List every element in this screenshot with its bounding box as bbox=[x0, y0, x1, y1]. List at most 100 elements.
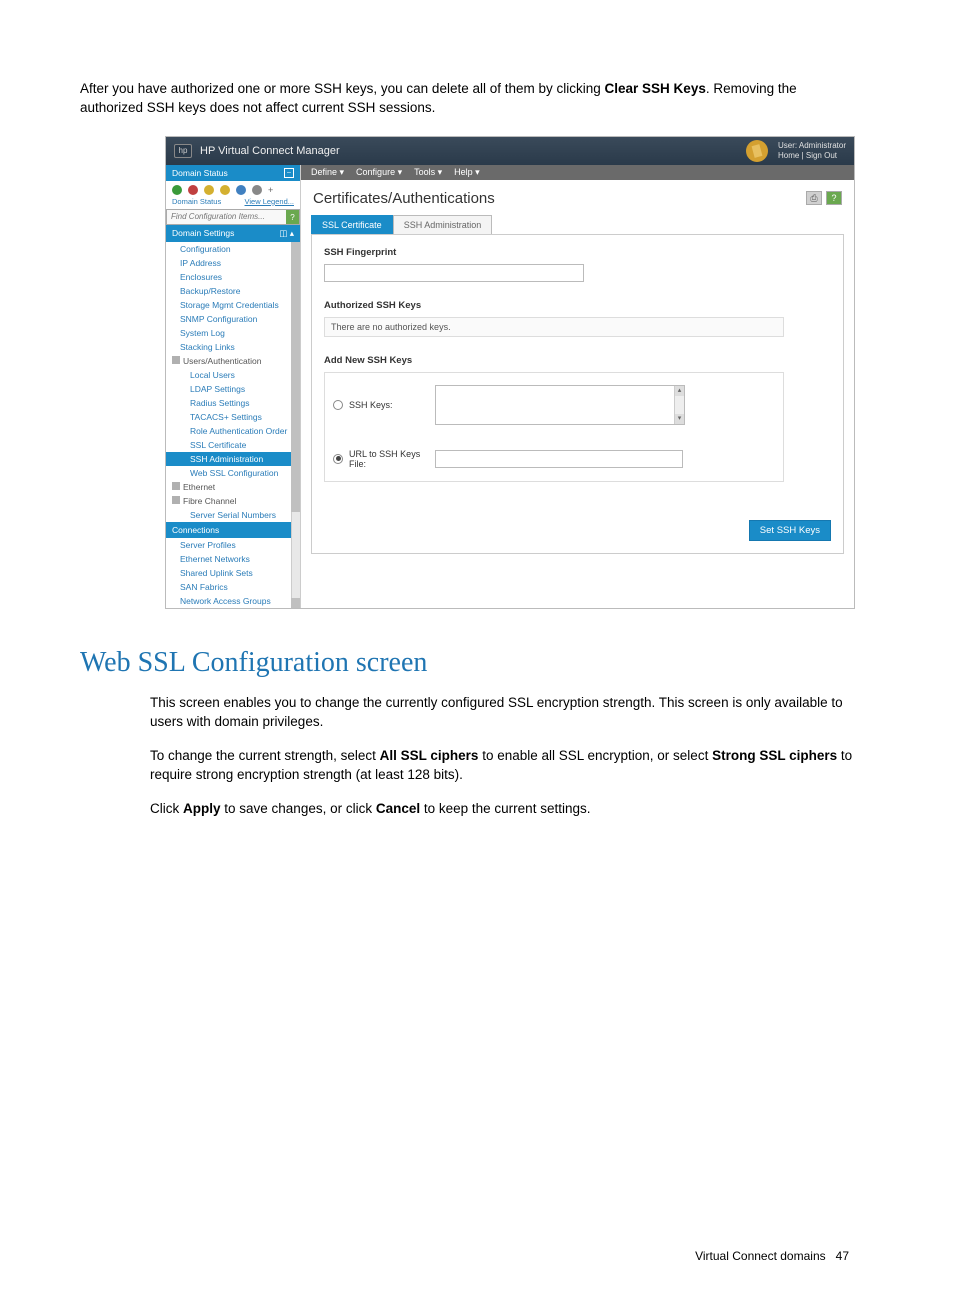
tree-web-ssl-config[interactable]: Web SSL Configuration bbox=[166, 466, 300, 480]
radio-ssh-keys[interactable] bbox=[333, 400, 343, 410]
user-label: User: bbox=[778, 141, 797, 150]
tree-shared-uplink-sets[interactable]: Shared Uplink Sets bbox=[166, 566, 300, 580]
menu-tools[interactable]: Tools ▾ bbox=[410, 167, 446, 178]
tree-role-auth-order[interactable]: Role Authentication Order bbox=[166, 424, 300, 438]
tree-stacking-links[interactable]: Stacking Links bbox=[166, 340, 300, 354]
search-box: ? bbox=[166, 209, 300, 225]
home-link[interactable]: Home bbox=[778, 151, 799, 160]
page-footer: Virtual Connect domains 47 bbox=[80, 1249, 859, 1263]
ssh-fingerprint-input[interactable] bbox=[324, 264, 584, 282]
award-ribbon-icon bbox=[746, 140, 768, 162]
signout-link[interactable]: Sign Out bbox=[806, 151, 837, 160]
status-icons-row: + bbox=[166, 181, 300, 197]
tree-snmp-config[interactable]: SNMP Configuration bbox=[166, 312, 300, 326]
help-icon[interactable]: ? bbox=[826, 191, 842, 205]
tab-ssh-administration[interactable]: SSH Administration bbox=[393, 215, 493, 234]
add-new-keys-label: Add New SSH Keys bbox=[324, 355, 831, 366]
section-heading: Web SSL Configuration screen bbox=[80, 647, 859, 679]
app-title: HP Virtual Connect Manager bbox=[200, 145, 340, 157]
tree-san-fabrics[interactable]: SAN Fabrics bbox=[166, 580, 300, 594]
status-warn2-icon bbox=[220, 185, 230, 195]
page-title: Certificates/Authentications bbox=[313, 190, 495, 207]
footer-text: Virtual Connect domains bbox=[695, 1249, 826, 1263]
tree-local-users[interactable]: Local Users bbox=[166, 368, 300, 382]
section-controls-icon: ◫ ▴ bbox=[279, 228, 294, 239]
connections-header[interactable]: Connections bbox=[166, 522, 300, 538]
tree-cat-ethernet[interactable]: Ethernet bbox=[166, 480, 300, 494]
footer-page: 47 bbox=[836, 1249, 849, 1263]
collapse-icon[interactable]: – bbox=[284, 168, 294, 178]
tree-ssh-administration[interactable]: SSH Administration bbox=[166, 452, 300, 466]
status-error-icon bbox=[188, 185, 198, 195]
tree-cat-fibre[interactable]: Fibre Channel bbox=[166, 494, 300, 508]
section2-p2: To change the current strength, select A… bbox=[150, 746, 859, 785]
tree-storage-mgmt[interactable]: Storage Mgmt Credentials bbox=[166, 298, 300, 312]
authorized-keys-label: Authorized SSH Keys bbox=[324, 300, 831, 311]
status-unknown-icon bbox=[252, 185, 262, 195]
section2-p3: Click Apply to save changes, or click Ca… bbox=[150, 799, 859, 819]
scroll-up-icon[interactable]: ▴ bbox=[675, 386, 684, 396]
section2-p1: This screen enables you to change the cu… bbox=[150, 693, 859, 732]
tree-ldap-settings[interactable]: LDAP Settings bbox=[166, 382, 300, 396]
add-keys-grid: SSH Keys: ▴ ▾ bbox=[324, 372, 784, 482]
status-warn-icon bbox=[204, 185, 214, 195]
category-icon bbox=[172, 356, 180, 364]
status-info-icon bbox=[236, 185, 246, 195]
url-keys-label: URL to SSH Keys File: bbox=[349, 449, 429, 469]
scroll-up-icon[interactable] bbox=[291, 242, 300, 252]
tree-configuration[interactable]: Configuration bbox=[166, 242, 300, 256]
tree-ip-address[interactable]: IP Address bbox=[166, 256, 300, 270]
view-legend-link[interactable]: View Legend... bbox=[245, 197, 294, 206]
domain-status-label: Domain Status bbox=[172, 168, 228, 178]
category-icon bbox=[172, 482, 180, 490]
tree-server-serial[interactable]: Server Serial Numbers bbox=[166, 508, 300, 522]
domain-settings-header[interactable]: Domain Settings ◫ ▴ bbox=[166, 225, 300, 242]
domain-status-text: Domain Status bbox=[172, 197, 221, 206]
tree-cat-users-auth[interactable]: Users/Authentication bbox=[166, 354, 300, 368]
tree-enclosures[interactable]: Enclosures bbox=[166, 270, 300, 284]
no-keys-message: There are no authorized keys. bbox=[324, 317, 784, 337]
ssh-panel: SSH Fingerprint Authorized SSH Keys Ther… bbox=[311, 234, 844, 554]
intro-pre: After you have authorized one or more SS… bbox=[80, 81, 605, 96]
tree-ethernet-networks[interactable]: Ethernet Networks bbox=[166, 552, 300, 566]
status-ok-icon bbox=[172, 185, 182, 195]
scroll-thumb[interactable] bbox=[291, 252, 300, 512]
radio-url-keys[interactable] bbox=[333, 454, 343, 464]
search-input[interactable] bbox=[167, 210, 286, 224]
textarea-scrollbar[interactable]: ▴ ▾ bbox=[674, 386, 684, 424]
user-value: Administrator bbox=[799, 141, 846, 150]
tree-ssl-certificate[interactable]: SSL Certificate bbox=[166, 438, 300, 452]
tabs: SSL Certificate SSH Administration bbox=[301, 215, 854, 234]
tree-backup-restore[interactable]: Backup/Restore bbox=[166, 284, 300, 298]
tree-system-log[interactable]: System Log bbox=[166, 326, 300, 340]
hp-logo-icon: hp bbox=[174, 144, 192, 158]
print-icon[interactable]: ⎙ bbox=[806, 191, 822, 205]
url-keys-input[interactable] bbox=[435, 450, 683, 468]
sidebar: Domain Status – + Domain Status View Leg… bbox=[166, 165, 301, 608]
intro-bold: Clear SSH Keys bbox=[605, 81, 706, 96]
scroll-down-icon[interactable]: ▾ bbox=[675, 414, 684, 424]
menu-configure[interactable]: Configure ▾ bbox=[352, 167, 406, 178]
nav-tree: Configuration IP Address Enclosures Back… bbox=[166, 242, 300, 608]
app-screenshot: hp HP Virtual Connect Manager User: Admi… bbox=[165, 136, 855, 609]
category-icon bbox=[172, 496, 180, 504]
menu-define[interactable]: Define ▾ bbox=[307, 167, 348, 178]
set-ssh-keys-button[interactable]: Set SSH Keys bbox=[749, 520, 831, 541]
ssh-keys-label: SSH Keys: bbox=[349, 400, 429, 410]
ssh-fingerprint-label: SSH Fingerprint bbox=[324, 247, 831, 258]
tree-radius-settings[interactable]: Radius Settings bbox=[166, 396, 300, 410]
tree-server-profiles[interactable]: Server Profiles bbox=[166, 538, 300, 552]
tree-network-access-groups[interactable]: Network Access Groups bbox=[166, 594, 300, 608]
menu-help[interactable]: Help ▾ bbox=[450, 167, 484, 178]
status-add-icon: + bbox=[268, 185, 273, 195]
scroll-down-icon[interactable] bbox=[291, 598, 300, 608]
menubar: Define ▾ Configure ▾ Tools ▾ Help ▾ bbox=[301, 165, 854, 180]
user-block: User: Administrator Home | Sign Out bbox=[778, 141, 846, 160]
ssh-keys-textarea[interactable]: ▴ ▾ bbox=[435, 385, 685, 425]
search-go-button[interactable]: ? bbox=[286, 210, 299, 224]
tree-tacacs-settings[interactable]: TACACS+ Settings bbox=[166, 410, 300, 424]
sidebar-scrollbar[interactable] bbox=[291, 242, 300, 608]
tab-ssl-certificate[interactable]: SSL Certificate bbox=[311, 215, 393, 234]
app-header: hp HP Virtual Connect Manager User: Admi… bbox=[166, 137, 854, 165]
intro-paragraph: After you have authorized one or more SS… bbox=[80, 80, 859, 118]
